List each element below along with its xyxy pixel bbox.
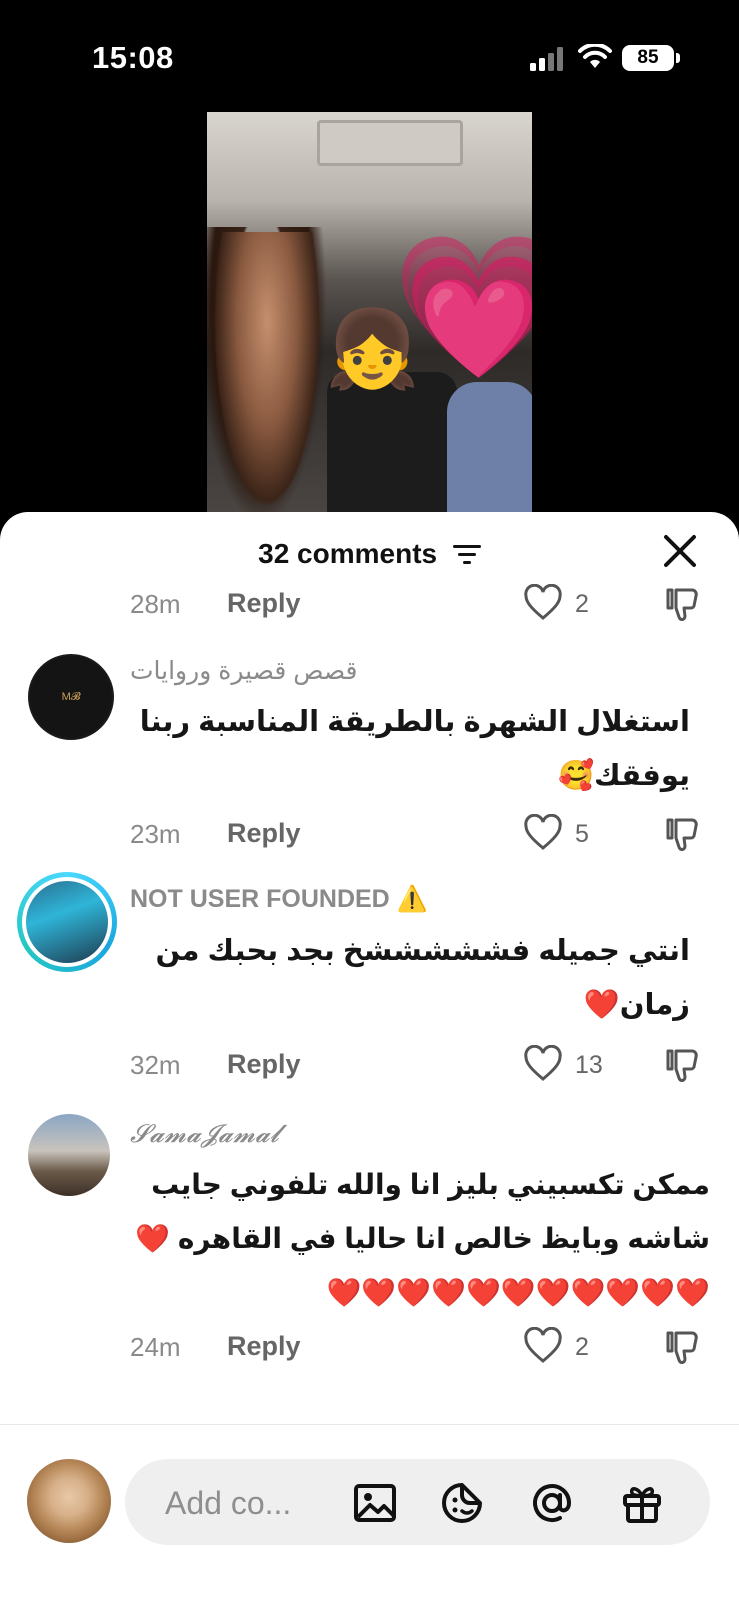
comment-time: 24m [130,1332,181,1362]
emoji-icon[interactable] [440,1481,484,1525]
comment-composer: Add co... [0,1425,739,1600]
comment-input[interactable]: Add co... [125,1459,710,1545]
comments-sheet: 32 comments 28m Reply 2 M𝓑 قصص قصيرة ورو… [0,512,739,1600]
heart-icon[interactable] [523,814,563,854]
comment-username[interactable]: 𝓢𝓪𝓶𝓪𝓙𝓪𝓶𝓪𝓵 [130,1119,279,1149]
video-person [207,232,327,512]
heart-icon[interactable] [523,1045,563,1085]
reply-button[interactable]: Reply [227,1331,301,1362]
comment-username[interactable]: قصص قصيرة وروايات [130,656,358,686]
signal-icon [530,47,563,71]
like-count: 13 [575,1051,603,1079]
dislike-icon[interactable] [662,1045,702,1085]
battery-indicator: 85 [622,45,674,71]
comments-count-title: 32 comments [258,537,438,569]
mention-icon[interactable] [530,1481,574,1525]
heart-icon[interactable] [523,1327,563,1367]
like-count: 5 [575,820,589,848]
car-seat [327,372,457,512]
child-emoji-sticker: 👧 [325,307,420,392]
reply-button[interactable]: Reply [227,588,301,619]
like-count: 2 [575,590,589,618]
status-bar: 15:08 85 [0,0,739,110]
avatar[interactable] [26,881,108,963]
avatar[interactable] [28,1114,110,1196]
car-roof-light [317,120,463,166]
dislike-icon[interactable] [662,1327,702,1367]
comment-username[interactable]: NOT USER FOUNDED ⚠️ [130,885,428,914]
current-user-avatar[interactable] [27,1459,111,1543]
heart-icon[interactable] [523,584,563,624]
gift-icon[interactable] [620,1481,664,1525]
comment-text: ممكن تكسبيني بليز انا والله تلفوني جايب … [135,1169,710,1308]
comment-time: 28m [130,589,181,619]
dislike-icon[interactable] [662,584,702,624]
comment-input-placeholder: Add co... [165,1485,292,1521]
status-time: 15:08 [92,40,174,75]
battery-tip [676,53,680,63]
reply-button[interactable]: Reply [227,818,301,849]
avatar[interactable]: M𝓑 [28,654,114,740]
close-icon[interactable] [658,529,702,573]
comment-text: استغلال الشهرة بالطريقة المناسبة ربنا يو… [139,706,690,792]
wifi-icon [578,44,612,68]
like-count: 2 [575,1333,589,1361]
video-child [447,382,532,512]
comments-header: 32 comments [0,536,739,570]
video-preview[interactable]: 💗 👧 [207,112,532,512]
reply-button[interactable]: Reply [227,1049,301,1080]
filter-icon[interactable] [452,543,481,565]
comment-text: انتي جميله فشششششخ بجد بحبك من زمان❤️ [155,935,690,1021]
image-icon[interactable] [353,1481,397,1525]
dislike-icon[interactable] [662,814,702,854]
comment-time: 32m [130,1050,181,1080]
comments-list[interactable]: 28m Reply 2 M𝓑 قصص قصيرة وروايات استغلال… [0,582,739,1422]
comment-time: 23m [130,819,181,849]
